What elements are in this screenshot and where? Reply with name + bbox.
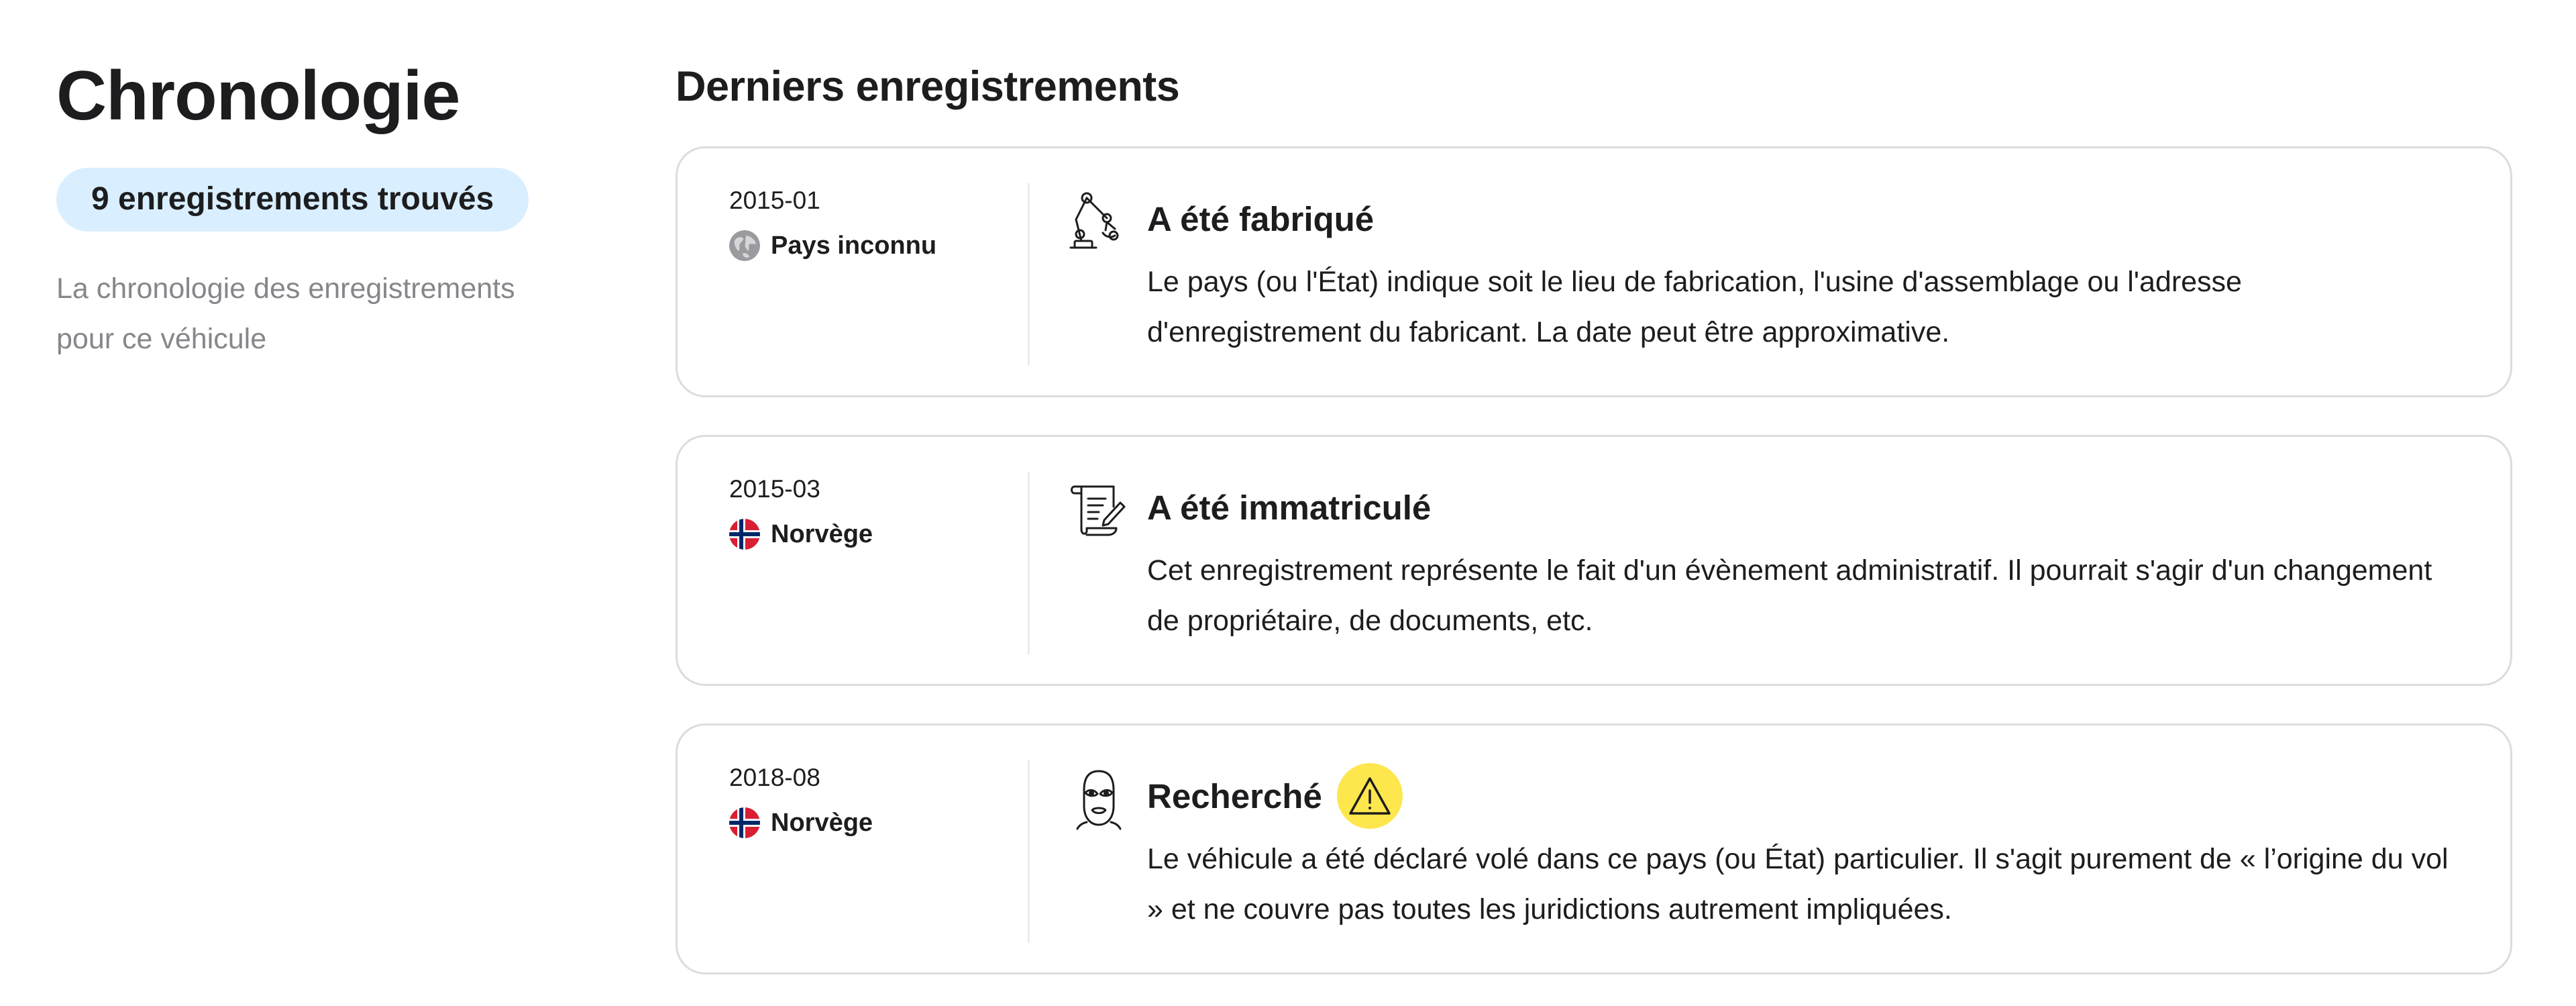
record-card-wanted: 2018-08 Norvège Recherché Le véhicule a … xyxy=(676,723,2512,974)
record-country: Norvège xyxy=(729,807,1024,838)
record-body: A été immatriculé Cet enregistrement rep… xyxy=(1147,477,2462,646)
record-meta: 2018-08 Norvège xyxy=(729,759,1024,838)
record-divider xyxy=(1028,183,1030,366)
record-country: Pays inconnu xyxy=(729,230,1024,261)
record-meta: 2015-01 Pays inconnu xyxy=(729,182,1024,261)
record-description: Le véhicule a été déclaré volé dans ce p… xyxy=(1147,843,2449,925)
timeline-sidebar: Chronologie 9 enregistrements trouvés La… xyxy=(56,56,580,364)
section-title: Derniers enregistrements xyxy=(676,63,1180,110)
record-title: A été immatriculé xyxy=(1147,488,1432,527)
norway-flag-icon xyxy=(729,807,760,838)
record-date: 2015-01 xyxy=(729,187,820,214)
record-divider xyxy=(1028,472,1030,654)
document-scroll-icon xyxy=(1067,477,1131,542)
page-title: Chronologie xyxy=(56,57,460,135)
record-date: 2018-08 xyxy=(729,764,820,791)
warning-triangle-icon xyxy=(1336,763,1403,829)
balaclava-thief-icon xyxy=(1067,766,1131,830)
record-description: Le pays (ou l'État) indique soit le lieu… xyxy=(1147,266,2242,348)
record-title: A été fabriqué xyxy=(1147,199,1375,238)
record-country: Norvège xyxy=(729,519,1024,550)
records-section: Derniers enregistrements 2015-01 Pays in… xyxy=(676,56,2515,974)
record-meta: 2015-03 Norvège xyxy=(729,470,1024,550)
record-card-registered: 2015-03 Norvège A été immatriculé Cet en… xyxy=(676,435,2512,686)
record-body: A été fabriqué Le pays (ou l'État) indiq… xyxy=(1147,189,2462,358)
robot-arm-icon xyxy=(1067,189,1131,253)
timeline-description: La chronologie des enregistrements pour … xyxy=(56,272,515,356)
record-date: 2015-03 xyxy=(729,475,820,503)
records-count-badge: 9 enregistrements trouvés xyxy=(56,167,529,232)
record-country-label: Norvège xyxy=(771,519,873,548)
record-card-manufactured: 2015-01 Pays inconnu A été fabriqué Le p… xyxy=(676,146,2512,397)
record-description: Cet enregistrement représente le fait d'… xyxy=(1147,554,2432,637)
record-title: Recherché xyxy=(1147,776,1322,815)
norway-flag-icon xyxy=(729,519,760,550)
record-divider xyxy=(1028,760,1030,943)
record-country-label: Pays inconnu xyxy=(771,231,937,260)
globe-icon xyxy=(729,230,760,261)
record-country-label: Norvège xyxy=(771,808,873,837)
record-body: Recherché Le véhicule a été déclaré volé… xyxy=(1147,763,2462,935)
